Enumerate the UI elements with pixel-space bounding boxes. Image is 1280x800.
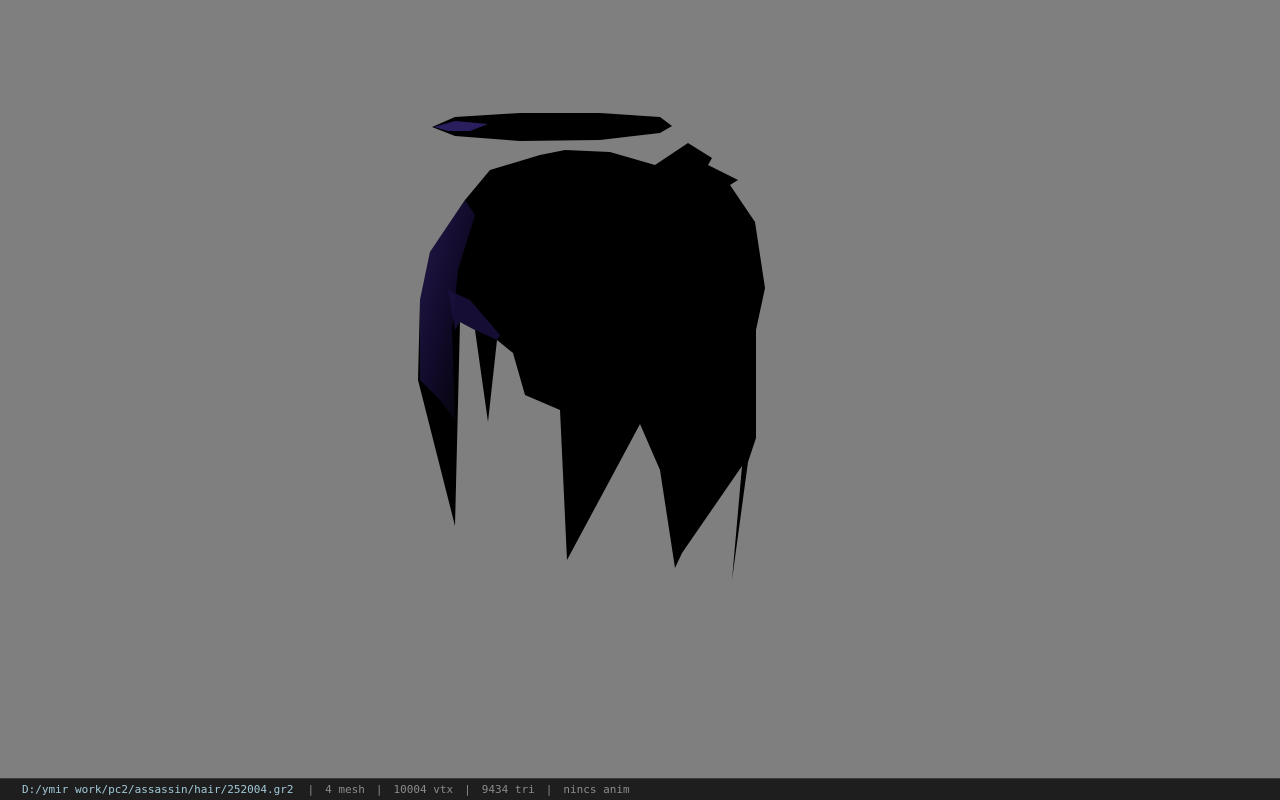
mesh-count: 4 mesh [325,783,365,796]
anim-status: nincs anim [563,783,630,796]
vertex-count: 10004 vtx [393,783,454,796]
separator: | [545,783,553,796]
separator: | [464,783,471,796]
3d-viewport[interactable] [0,0,1280,778]
separator: | [375,783,383,796]
file-path: D:/ymir work/pc2/assassin/hair/252004.gr… [22,783,294,796]
model-render [418,113,765,580]
triangle-count: 9434 tri [481,783,535,796]
status-bar: D:/ymir work/pc2/assassin/hair/252004.gr… [0,778,1280,800]
separator: | [307,783,315,796]
